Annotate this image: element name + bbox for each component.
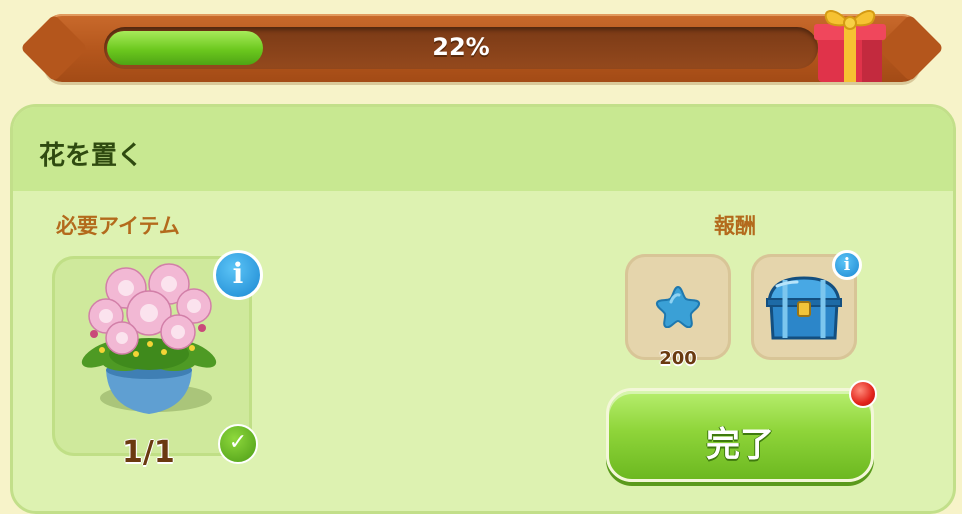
treasure-chest-icon	[766, 276, 842, 340]
progress-percent: 22%	[432, 33, 490, 61]
reward-amount: 200	[659, 348, 697, 369]
gift-box-icon[interactable]	[812, 2, 888, 84]
item-count: 1/1	[122, 435, 175, 470]
blue-star-icon	[655, 285, 701, 328]
progress-bar: 22%	[104, 27, 818, 69]
quest-title: 花を置く	[39, 141, 144, 171]
reward-card-star[interactable]	[625, 254, 731, 360]
check-icon: ✓	[218, 424, 258, 464]
complete-button[interactable]: 完了	[606, 388, 874, 482]
required-items-label: 必要アイテム	[56, 214, 180, 238]
quest-header: 花を置く	[13, 107, 953, 191]
rewards-label: 報酬	[714, 214, 756, 238]
item-info-icon[interactable]: i	[213, 250, 263, 300]
chest-info-icon[interactable]: i	[832, 250, 862, 280]
flower-pot-icon	[81, 263, 217, 414]
notification-dot	[849, 380, 877, 408]
complete-button-label: 完了	[706, 425, 774, 465]
